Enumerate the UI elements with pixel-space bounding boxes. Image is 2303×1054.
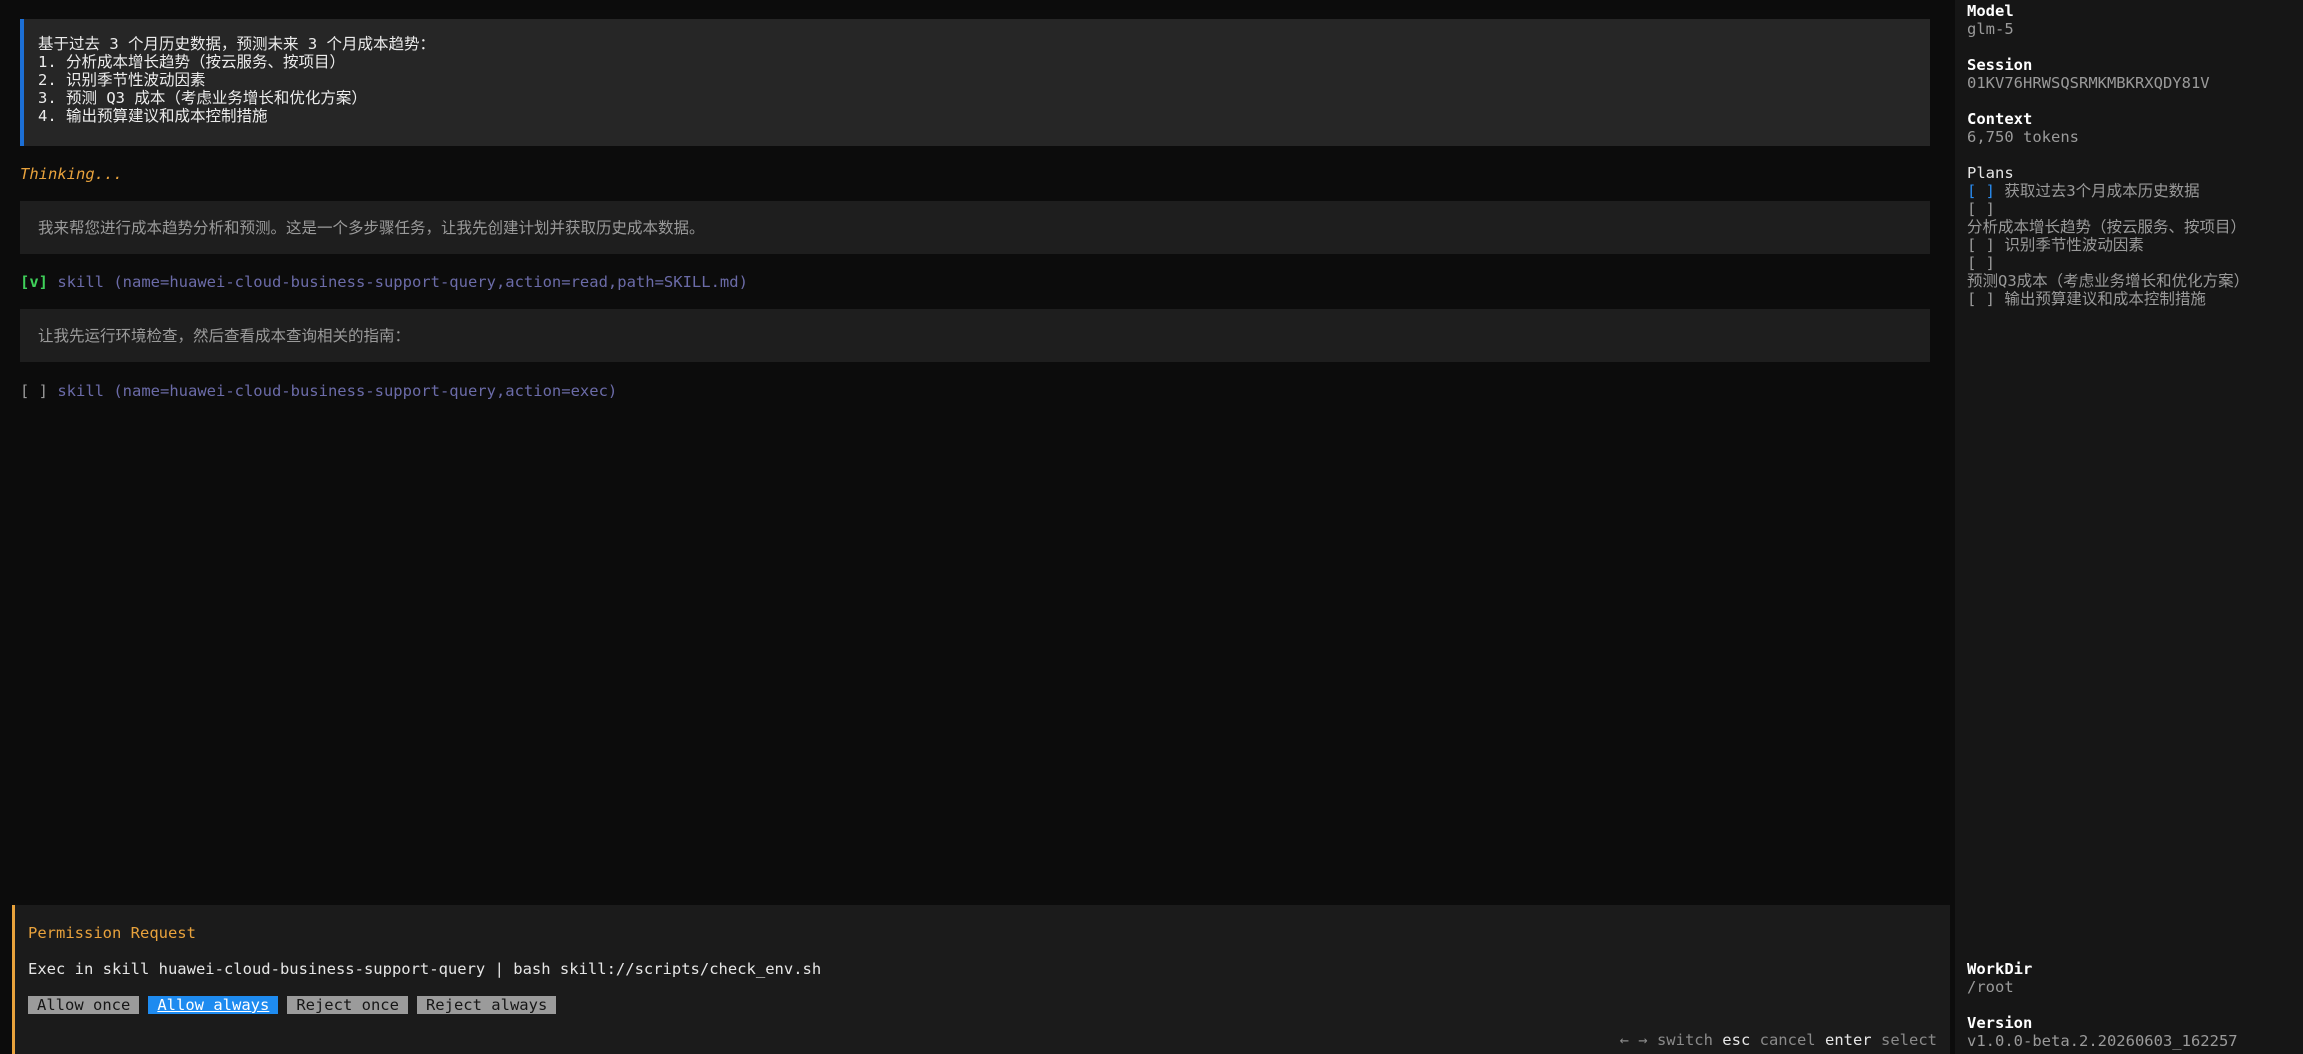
checkbox-icon: [ ] [1967,182,1995,200]
version-label: Version [1967,1014,2033,1032]
plan-text: 识别季节性波动因素 [2004,236,2144,254]
checkbox-icon: [ ] [1967,254,1995,272]
plan-text: 输出预算建议和成本控制措施 [2004,290,2206,308]
plan-item: [ ] 识别季节性波动因素 [1967,236,2249,254]
plan-item: [ ] 获取过去3个月成本历史数据 [1967,182,2249,200]
thinking-indicator: Thinking... [20,165,123,183]
allow-once-button[interactable]: Allow once [28,996,140,1014]
allow-always-button[interactable]: Allow always [148,996,279,1014]
session-label: Session [1967,56,2033,74]
checkbox-icon: [ ] [1967,290,1995,308]
sidebar: Model glm-5 Session 01KV76HRWSQSRMKMBKRX… [1955,0,2303,1054]
plans-section: Plans [ ] 获取过去3个月成本历史数据 [ ] 分析成本增长趋势（按云服… [1967,164,2249,308]
hint-text: select [1881,1031,1937,1049]
plan-item: 分析成本增长趋势（按云服务、按项目） [1967,218,2249,236]
workdir-label: WorkDir [1967,960,2033,978]
prompt-line: 基于过去 3 个月历史数据，预测未来 3 个月成本趋势： [38,35,435,53]
tool-status-done-icon: [v] [20,273,48,291]
prompt-line: 4. 输出预算建议和成本控制措施 [38,107,268,125]
prompt-line: 1. 分析成本增长趋势（按云服务、按项目） [38,53,345,71]
plan-text: 分析成本增长趋势（按云服务、按项目） [1967,218,2247,236]
session-id: 01KV76HRWSQSRMKMBKRXQDY81V [1967,74,2210,92]
context-tokens: 6,750 tokens [1967,128,2079,146]
tool-call: [v] skill (name=huawei-cloud-business-su… [20,273,748,291]
keyboard-hints: ← → switch esc cancel enter select [1620,1031,1937,1049]
model-section: Model glm-5 [1967,2,2014,38]
version-section: Version v1.0.0-beta.2.20260603_162257 [1967,1014,2238,1050]
assistant-message: 我来帮您进行成本趋势分析和预测。这是一个多步骤任务，让我先创建计划并获取历史成本… [20,201,1930,254]
plans-label: Plans [1967,164,2014,182]
workdir-value: /root [1967,978,2014,996]
tool-call-text: skill (name=huawei-cloud-business-suppor… [57,382,618,400]
permission-command: Exec in skill huawei-cloud-business-supp… [28,960,822,978]
tool-call-text: skill (name=huawei-cloud-business-suppor… [57,273,748,291]
assistant-message: 让我先运行环境检查，然后查看成本查询相关的指南： [20,309,1930,362]
tool-status-pending-icon: [ ] [20,382,48,400]
prompt-line: 2. 识别季节性波动因素 [38,71,206,89]
plan-text: 获取过去3个月成本历史数据 [2004,182,2200,200]
context-section: Context 6,750 tokens [1967,110,2079,146]
session-section: Session 01KV76HRWSQSRMKMBKRXQDY81V [1967,56,2210,92]
plan-text: 预测Q3成本（考虑业务增长和优化方案） [1967,272,2250,290]
permission-buttons: Allow once Allow always Reject once Reje… [28,996,1950,1014]
reject-always-button[interactable]: Reject always [416,996,557,1014]
plan-item: [ ] [1967,254,2249,272]
plan-item: [ ] [1967,200,2249,218]
tool-call: [ ] skill (name=huawei-cloud-business-su… [20,382,617,400]
model-value: glm-5 [1967,20,2014,38]
context-label: Context [1967,110,2033,128]
chat-panel: 基于过去 3 个月历史数据，预测未来 3 个月成本趋势： 1. 分析成本增长趋势… [0,0,1955,1054]
model-label: Model [1967,2,2014,20]
hint-key: esc [1722,1031,1751,1049]
user-prompt: 基于过去 3 个月历史数据，预测未来 3 个月成本趋势： 1. 分析成本增长趋势… [20,19,1930,146]
plan-item: [ ] 输出预算建议和成本控制措施 [1967,290,2249,308]
checkbox-icon: [ ] [1967,200,1995,218]
workdir-section: WorkDir /root [1967,960,2032,996]
version-value: v1.0.0-beta.2.20260603_162257 [1967,1032,2238,1050]
prompt-line: 3. 预测 Q3 成本（考虑业务增长和优化方案） [38,89,367,107]
hint-text: cancel [1759,1031,1816,1049]
hint-key: enter [1824,1031,1872,1049]
checkbox-icon: [ ] [1967,236,1995,254]
hint-text: switch [1656,1031,1713,1049]
plan-item: 预测Q3成本（考虑业务增长和优化方案） [1967,272,2249,290]
arrow-keys-icon: ← → [1619,1031,1648,1049]
reject-once-button[interactable]: Reject once [287,996,408,1014]
permission-title: Permission Request [28,924,196,942]
